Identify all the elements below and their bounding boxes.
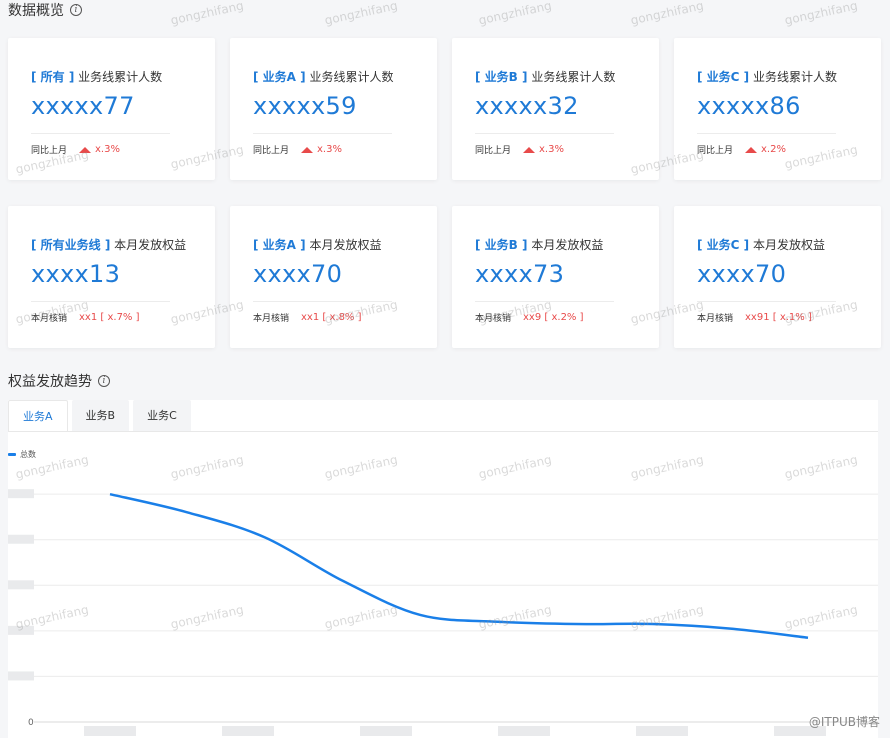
x-tick-label-redacted (498, 726, 550, 736)
card-cumulative-all: [ 所有 ] 业务线累计人数 xxxxx77 同比上月 x.3% (8, 38, 215, 180)
y-tick-label-redacted (8, 580, 34, 590)
card-divider (31, 301, 170, 302)
card-redeem-detail: xx1 [ x.7% ] (79, 312, 140, 323)
card-value: xxxxx59 (253, 92, 357, 120)
card-change: x.3% (95, 144, 120, 155)
card-label: 本月发放权益 (531, 238, 604, 252)
card-divider (697, 301, 836, 302)
card-change: x.3% (539, 144, 564, 155)
card-redeem-detail: xx1 [ x.8% ] (301, 312, 362, 323)
y-tick-label: 0 (28, 718, 34, 728)
card-label: 业务线累计人数 (752, 70, 837, 84)
card-scope: [ 业务B ] (475, 238, 528, 252)
card-value: xxxxx77 (31, 92, 135, 120)
card-divider (475, 133, 614, 134)
x-tick-label-redacted (222, 726, 274, 736)
series-line-total[interactable] (109, 492, 809, 639)
source-watermark: @ITPUB博客 (808, 715, 880, 729)
info-icon[interactable]: i (70, 4, 82, 16)
card-value: xxxx13 (31, 260, 121, 288)
trend-title: 权益发放趋势 i (8, 371, 110, 391)
trend-up-icon (301, 146, 314, 153)
card-divider (31, 133, 170, 134)
trend-line-chart: 0 (8, 489, 878, 736)
card-label: 业务线累计人数 (78, 70, 163, 84)
x-tick-label-redacted (636, 726, 688, 736)
card-value: xxxxx86 (697, 92, 801, 120)
card-foot-label: 同比上月 (475, 146, 512, 156)
card-cumulative-b: [ 业务B ] 业务线累计人数 xxxxx32 同比上月 x.3% (452, 38, 659, 180)
card-label: 本月发放权益 (114, 238, 187, 252)
card-foot-label: 本月核销 (697, 314, 734, 324)
overview-title-text: 数据概览 (8, 3, 64, 19)
trend-chart-panel: 业务A 业务B 业务C 总数 0 (8, 400, 878, 738)
card-scope: [ 业务A ] (253, 70, 306, 84)
trend-up-icon (79, 146, 92, 153)
card-foot-label: 同比上月 (253, 146, 290, 156)
card-label: 本月发放权益 (752, 238, 825, 252)
card-redeem-detail: xx91 [ x.1% ] (745, 312, 812, 323)
card-value: xxxxx32 (475, 92, 579, 120)
card-divider (697, 133, 836, 134)
card-label: 业务线累计人数 (531, 70, 616, 84)
card-scope: [ 业务B ] (475, 70, 528, 84)
card-issued-all: [ 所有业务线 ] 本月发放权益 xxxx13 本月核销 xx1 [ x.7% ] (8, 206, 215, 348)
watermark-text: gongzhifang (477, 0, 553, 28)
watermark-text: gongzhifang (629, 0, 705, 28)
card-foot-label: 本月核销 (253, 314, 290, 324)
card-scope: [ 所有业务线 ] (31, 238, 111, 252)
card-divider (253, 301, 392, 302)
y-tick-label-redacted (8, 625, 34, 635)
x-tick-label-redacted (84, 726, 136, 736)
card-label: 业务线累计人数 (309, 70, 394, 84)
card-cumulative-c: [ 业务C ] 业务线累计人数 xxxxx86 同比上月 x.2% (674, 38, 881, 180)
overview-title: 数据概览 i (8, 0, 82, 20)
y-tick-label-redacted (8, 489, 34, 499)
trend-up-icon (523, 146, 536, 153)
info-icon[interactable]: i (98, 375, 110, 387)
card-value: xxxx70 (253, 260, 343, 288)
card-issued-c: [ 业务C ] 本月发放权益 xxxx70 本月核销 xx91 [ x.1% ] (674, 206, 881, 348)
card-foot-label: 本月核销 (31, 314, 68, 324)
watermark-text: gongzhifang (169, 0, 245, 28)
watermark-text: gongzhifang (783, 0, 859, 28)
card-scope: [ 业务C ] (697, 70, 750, 84)
card-issued-b: [ 业务B ] 本月发放权益 xxxx73 本月核销 xx9 [ x.2% ] (452, 206, 659, 348)
card-change: x.2% (761, 144, 786, 155)
card-redeem-detail: xx9 [ x.2% ] (523, 312, 584, 323)
card-foot-label: 本月核销 (475, 314, 512, 324)
y-tick-label-redacted (8, 671, 34, 681)
card-divider (475, 301, 614, 302)
card-value: xxxx73 (475, 260, 565, 288)
card-cumulative-a: [ 业务A ] 业务线累计人数 xxxxx59 同比上月 x.3% (230, 38, 437, 180)
card-issued-a: [ 业务A ] 本月发放权益 xxxx70 本月核销 xx1 [ x.8% ] (230, 206, 437, 348)
x-tick-label-redacted (360, 726, 412, 736)
watermark-text: gongzhifang (323, 0, 399, 28)
trend-up-icon (745, 146, 758, 153)
y-tick-label-redacted (8, 534, 34, 544)
card-foot-label: 同比上月 (697, 146, 734, 156)
trend-title-text: 权益发放趋势 (8, 374, 92, 390)
card-change: x.3% (317, 144, 342, 155)
card-value: xxxx70 (697, 260, 787, 288)
card-divider (253, 133, 392, 134)
card-foot-label: 同比上月 (31, 146, 68, 156)
card-scope: [ 业务A ] (253, 238, 306, 252)
card-scope: [ 所有 ] (31, 70, 75, 84)
card-scope: [ 业务C ] (697, 238, 750, 252)
card-label: 本月发放权益 (309, 238, 382, 252)
